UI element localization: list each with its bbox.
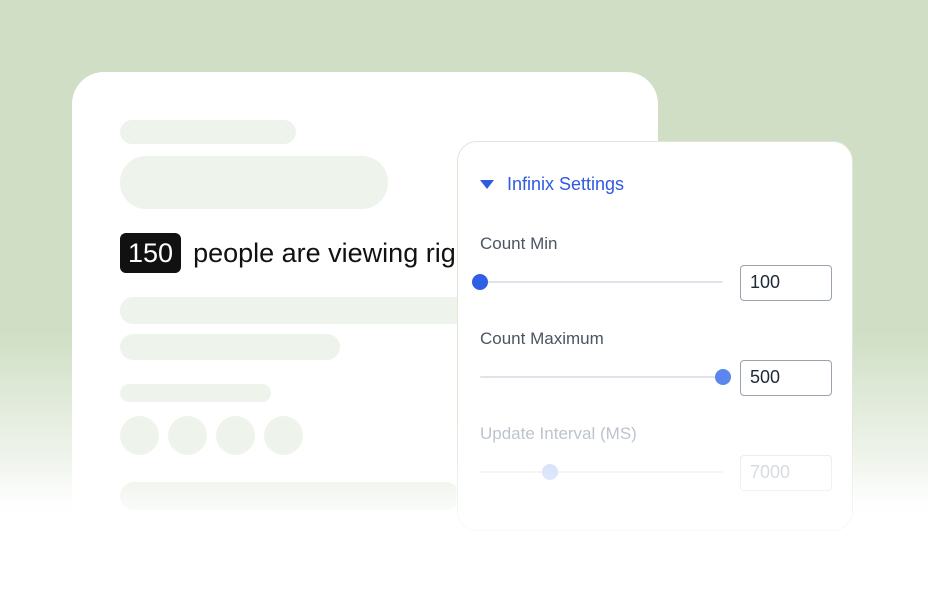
count-min-input[interactable]: 100 — [740, 265, 832, 301]
count-min-slider[interactable] — [472, 272, 723, 292]
skeleton-title-block — [120, 156, 388, 209]
slider-track — [480, 376, 723, 378]
update-interval-slider[interactable] — [480, 462, 723, 482]
settings-title: Infinix Settings — [507, 174, 625, 194]
count-max-input[interactable]: 500 — [740, 360, 832, 396]
skeleton-line — [120, 334, 340, 360]
skeleton-swatch — [216, 416, 255, 455]
count-max-label: Count Maximum — [480, 329, 604, 348]
skeleton-swatch — [120, 416, 159, 455]
settings-section-toggle[interactable]: Infinix Settings — [480, 174, 624, 195]
skeleton-line — [120, 120, 296, 144]
count-max-slider[interactable] — [480, 367, 731, 387]
update-interval-input[interactable]: 7000 — [740, 455, 832, 491]
slider-thumb[interactable] — [542, 464, 559, 480]
skeleton-line — [120, 297, 480, 324]
viewing-now-text: people are viewing right now — [193, 237, 456, 268]
slider-thumb[interactable] — [472, 274, 488, 290]
slider-track — [480, 281, 723, 283]
settings-panel: Infinix Settings Count Min 100 Count Max… — [456, 141, 854, 532]
skeleton-swatch — [168, 416, 207, 455]
skeleton-line — [120, 384, 271, 402]
skeleton-button — [120, 482, 460, 510]
count-min-label: Count Min — [480, 234, 558, 253]
slider-track — [480, 471, 723, 473]
viewer-count-badge: 150 — [120, 233, 182, 273]
skeleton-swatches — [120, 416, 303, 455]
update-interval-label: Update Interval (MS) — [480, 424, 637, 443]
skeleton-swatch — [264, 416, 303, 455]
caret-down-icon — [480, 180, 494, 189]
live-viewers-notice: 150 people are viewing right now — [120, 233, 455, 273]
slider-thumb[interactable] — [715, 369, 731, 385]
